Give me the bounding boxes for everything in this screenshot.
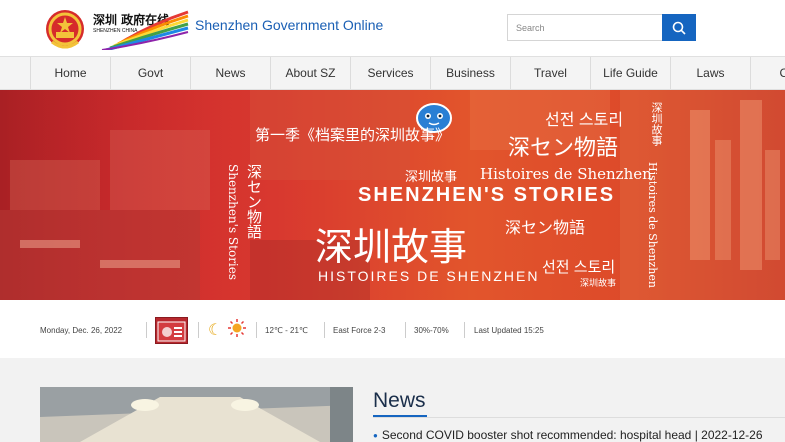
main-nav: Home Govt News About SZ Services Busines… (0, 56, 785, 90)
banner-chinese-main-title: 深圳故事 (315, 225, 468, 269)
banner-vertical-english: Shenzhen's Stories (226, 164, 240, 281)
banner-chinese-caption: 深圳故事 (580, 279, 617, 289)
nav-item-services[interactable]: Services (350, 57, 430, 89)
banner-korean-subtitle: 선전 스토리 (542, 259, 616, 276)
calendar-icon[interactable] (155, 317, 188, 344)
shenzhen-logo[interactable]: 深圳 政府在线 SHENZHEN CHINA (92, 10, 192, 52)
divider (405, 322, 406, 338)
humidity: 30%-70% (414, 326, 449, 335)
banner-japanese-title: 深セン物語 (508, 136, 619, 161)
news-photo[interactable] (40, 387, 353, 442)
nav-item-life-guide[interactable]: Life Guide (590, 57, 670, 89)
search-input[interactable] (508, 15, 662, 40)
crescent-moon-icon: ☾ (208, 322, 223, 339)
news-section: News ● Second COVID booster shot recommen… (0, 358, 785, 442)
bullet-icon: ● (373, 431, 378, 441)
divider (198, 322, 199, 338)
last-updated: Last Updated 15:25 (474, 326, 544, 335)
search-button[interactable] (662, 14, 696, 41)
sun-icon (228, 319, 246, 337)
banner-korean-title: 선전 스토리 (545, 112, 624, 129)
divider (146, 322, 147, 338)
national-emblem-icon[interactable] (44, 8, 86, 52)
nav-item-laws[interactable]: Laws (670, 57, 750, 89)
site-header: 深圳 政府在线 SHENZHEN CHINA Shenzhen Governme… (0, 0, 785, 56)
banner-english-title: SHENZHEN'S STORIES (358, 184, 616, 206)
nav-item-contact[interactable]: Con (750, 57, 785, 89)
temperature: 12℃ - 21℃ (265, 326, 308, 335)
nav-item-about-sz[interactable]: About SZ (270, 57, 350, 89)
nav-item-news[interactable]: News (190, 57, 270, 89)
banner-japanese-subtitle: 深セン物語 (505, 218, 586, 237)
news-list-item[interactable]: ● Second COVID booster shot recommended: … (373, 428, 763, 442)
banner-vertical-french: Histoires de Shenzhen (646, 162, 659, 288)
search-box[interactable] (507, 14, 663, 41)
banner-chinese-small-title: 深圳故事 (405, 170, 458, 185)
site-title[interactable]: Shenzhen Government Online (195, 17, 383, 33)
wind: East Force 2-3 (333, 326, 386, 335)
nav-item-govt[interactable]: Govt (110, 57, 190, 89)
nav-item-home[interactable]: Home (30, 57, 110, 89)
nav-item-travel[interactable]: Travel (510, 57, 590, 89)
banner-season-title: 第一季《档案里的深圳故事》 (255, 126, 451, 144)
nav-item-business[interactable]: Business (430, 57, 510, 89)
banner-french-title: Histoires de Shenzhen (480, 165, 652, 183)
banner-french-subtitle: HISTOIRES DE SHENZHEN (318, 268, 540, 284)
news-heading[interactable]: News (373, 389, 426, 413)
divider (324, 322, 325, 338)
divider (256, 322, 257, 338)
search-icon (672, 21, 686, 35)
banner-vertical-chinese: 深圳故事 (650, 102, 663, 146)
logo-en-text: SHENZHEN CHINA (93, 28, 138, 34)
news-item-text[interactable]: Second COVID booster shot recommended: h… (382, 428, 763, 442)
info-bar: Monday, Dec. 26, 2022 ☾ 12℃ - 21℃ East F… (0, 300, 785, 358)
divider (464, 322, 465, 338)
divider (373, 417, 785, 418)
current-date: Monday, Dec. 26, 2022 (40, 326, 123, 335)
hero-banner[interactable]: 第一季《档案里的深圳故事》 선전 스토리 深セン物語 深圳故事 Histoire… (0, 90, 785, 300)
banner-vertical-japanese: 深セン物語 (245, 164, 263, 239)
